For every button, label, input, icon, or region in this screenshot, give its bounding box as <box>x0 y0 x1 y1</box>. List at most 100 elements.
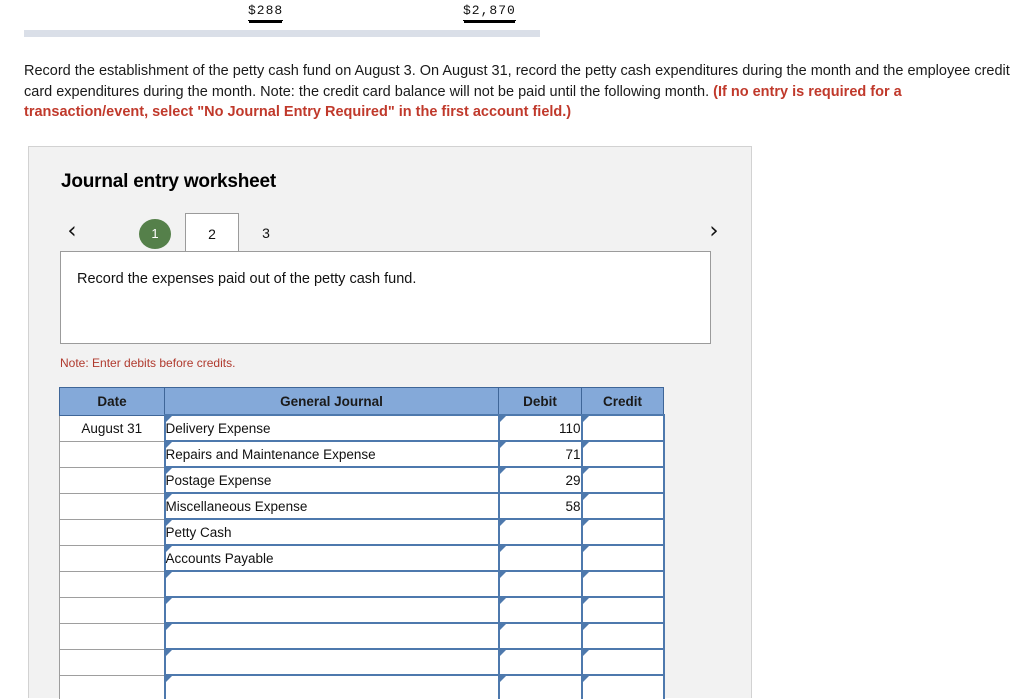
cell-dropdown-marker-icon <box>499 520 506 526</box>
cell-dropdown-marker-icon <box>499 442 506 448</box>
cell-dropdown-marker-icon <box>165 650 172 656</box>
journal-cell-account-text: Petty Cash <box>165 524 232 540</box>
journal-cell-date[interactable] <box>59 544 165 572</box>
section-divider-band <box>24 30 540 37</box>
cell-dropdown-marker-icon <box>165 494 172 500</box>
journal-table-row <box>59 570 665 598</box>
cell-dropdown-marker-icon <box>582 416 589 422</box>
journal-cell-account-text: Miscellaneous Expense <box>165 498 308 514</box>
journal-cell-date[interactable] <box>59 466 165 494</box>
journal-cell-debit-text: 29 <box>565 472 581 488</box>
cell-dropdown-marker-icon <box>165 416 172 422</box>
journal-cell-credit[interactable] <box>580 596 665 624</box>
journal-cell-debit[interactable] <box>497 570 583 598</box>
journal-cell-debit[interactable]: 29 <box>497 466 583 494</box>
journal-table-body: August 31 Delivery Expense 110 Repairs and … <box>59 414 665 699</box>
journal-cell-account[interactable]: Accounts Payable <box>163 544 500 572</box>
cell-dropdown-marker-icon <box>582 624 589 630</box>
cell-dropdown-marker-icon <box>582 494 589 500</box>
journal-cell-date[interactable] <box>59 440 165 468</box>
cell-dropdown-marker-icon <box>165 442 172 448</box>
journal-table-clip: Date General Journal Debit Credit August… <box>29 147 753 699</box>
cell-dropdown-marker-icon <box>165 468 172 474</box>
journal-cell-account-text: Repairs and Maintenance Expense <box>165 446 376 462</box>
cell-dropdown-marker-icon <box>499 416 506 422</box>
journal-cell-debit[interactable]: 71 <box>497 440 583 468</box>
journal-entry-table: Date General Journal Debit Credit August… <box>59 387 665 699</box>
journal-cell-account[interactable] <box>163 596 500 624</box>
journal-cell-date[interactable] <box>59 596 165 624</box>
cell-dropdown-marker-icon <box>499 598 506 604</box>
journal-cell-credit[interactable] <box>580 544 665 572</box>
journal-cell-account[interactable]: Petty Cash <box>163 518 500 546</box>
journal-cell-account[interactable] <box>163 674 500 699</box>
journal-cell-debit[interactable] <box>497 648 583 676</box>
journal-cell-date[interactable]: August 31 <box>59 414 165 442</box>
cell-dropdown-marker-icon <box>582 598 589 604</box>
journal-cell-account[interactable]: Delivery Expense <box>163 414 500 442</box>
journal-cell-date[interactable] <box>59 570 165 598</box>
journal-cell-debit[interactable] <box>497 622 583 650</box>
journal-cell-debit[interactable] <box>497 674 583 699</box>
journal-cell-credit[interactable] <box>580 414 665 442</box>
journal-cell-account[interactable]: Postage Expense <box>163 466 500 494</box>
cell-dropdown-marker-icon <box>582 546 589 552</box>
journal-table-row <box>59 596 665 624</box>
cell-dropdown-marker-icon <box>582 442 589 448</box>
journal-cell-account[interactable] <box>163 570 500 598</box>
cell-dropdown-marker-icon <box>165 572 172 578</box>
column-header-debit: Debit <box>498 387 582 416</box>
journal-cell-date[interactable] <box>59 518 165 546</box>
journal-cell-credit[interactable] <box>580 466 665 494</box>
carried-over-totals-fragment: $288 $2,870 <box>0 0 1024 40</box>
cell-dropdown-marker-icon <box>582 468 589 474</box>
cell-dropdown-marker-icon <box>499 624 506 630</box>
journal-cell-credit[interactable] <box>580 674 665 699</box>
journal-cell-credit[interactable] <box>580 622 665 650</box>
journal-cell-date[interactable] <box>59 674 165 699</box>
journal-table-row: Postage Expense 29 <box>59 466 665 494</box>
journal-cell-account[interactable]: Miscellaneous Expense <box>163 492 500 520</box>
journal-cell-credit[interactable] <box>580 492 665 520</box>
problem-instructions: Record the establishment of the petty ca… <box>24 61 1014 123</box>
journal-cell-credit[interactable] <box>580 648 665 676</box>
column-header-credit: Credit <box>581 387 664 416</box>
journal-table-row <box>59 674 665 699</box>
cell-dropdown-marker-icon <box>582 676 589 682</box>
journal-cell-credit[interactable] <box>580 440 665 468</box>
cell-dropdown-marker-icon <box>582 520 589 526</box>
cell-dropdown-marker-icon <box>499 676 506 682</box>
journal-cell-account[interactable] <box>163 622 500 650</box>
journal-cell-debit[interactable]: 58 <box>497 492 583 520</box>
column-header-date: Date <box>59 387 165 416</box>
journal-cell-debit[interactable] <box>497 518 583 546</box>
cell-dropdown-marker-icon <box>499 546 506 552</box>
total-credit-card-amount: $2,870 <box>463 3 516 21</box>
cell-dropdown-marker-icon <box>165 520 172 526</box>
column-header-general-journal: General Journal <box>164 387 499 416</box>
journal-cell-debit[interactable] <box>497 544 583 572</box>
cell-dropdown-marker-icon <box>165 546 172 552</box>
cell-dropdown-marker-icon <box>582 650 589 656</box>
journal-cell-debit-text: 71 <box>565 446 581 462</box>
journal-table-row: Repairs and Maintenance Expense 71 <box>59 440 665 468</box>
journal-cell-date[interactable] <box>59 648 165 676</box>
journal-cell-account[interactable] <box>163 648 500 676</box>
journal-cell-account[interactable]: Repairs and Maintenance Expense <box>163 440 500 468</box>
cell-dropdown-marker-icon <box>165 676 172 682</box>
journal-cell-credit[interactable] <box>580 518 665 546</box>
journal-cell-date[interactable] <box>59 622 165 650</box>
journal-table-row <box>59 648 665 676</box>
journal-cell-debit[interactable]: 110 <box>497 414 583 442</box>
journal-table-row: Miscellaneous Expense 58 <box>59 492 665 520</box>
cell-dropdown-marker-icon <box>582 572 589 578</box>
cell-dropdown-marker-icon <box>165 598 172 604</box>
journal-cell-account-text: Accounts Payable <box>165 550 274 566</box>
total-petty-cash-amount: $288 <box>248 3 284 21</box>
journal-table-header-row: Date General Journal Debit Credit <box>59 387 664 416</box>
journal-cell-date[interactable] <box>59 492 165 520</box>
journal-cell-credit[interactable] <box>580 570 665 598</box>
cell-dropdown-marker-icon <box>165 624 172 630</box>
journal-cell-debit[interactable] <box>497 596 583 624</box>
journal-cell-account-text: Postage Expense <box>165 472 272 488</box>
